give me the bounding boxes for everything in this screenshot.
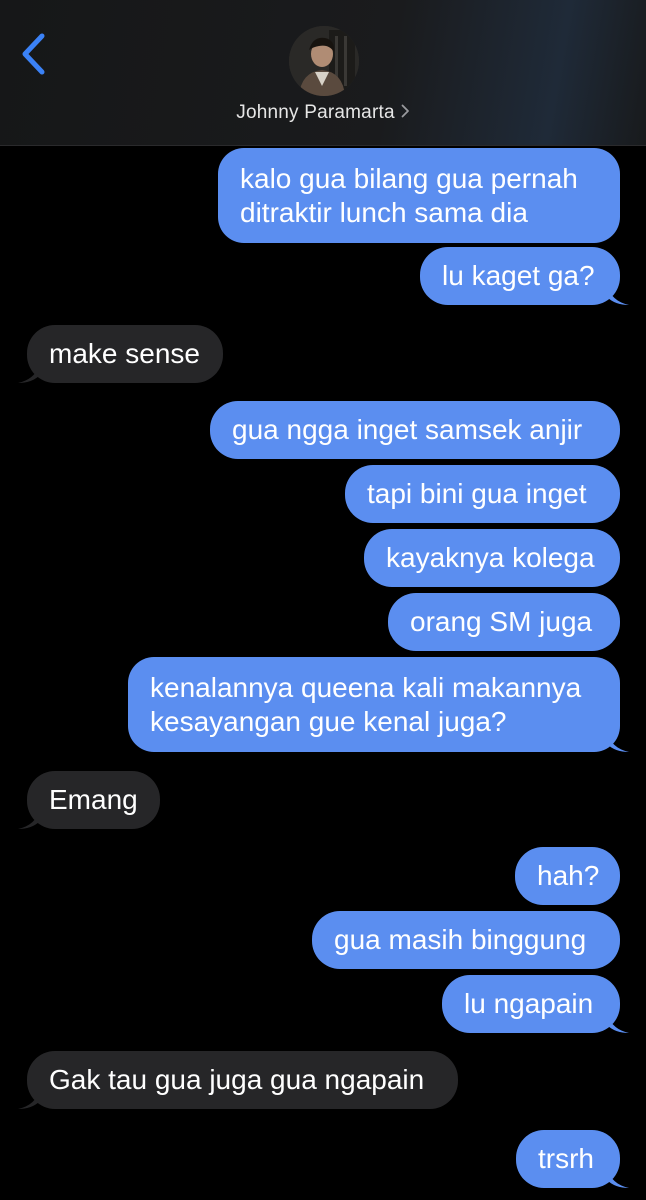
message-text: orang SM juga: [410, 606, 593, 637]
message-bubble-outgoing[interactable]: tapi bini gua inget: [345, 465, 620, 523]
bubble-tail-icon: [607, 1168, 629, 1188]
bubble-tail-icon: [18, 809, 40, 829]
message-text: lu kaget ga?: [442, 260, 595, 291]
bubble-tail-icon: [18, 1089, 40, 1109]
message-bubble-outgoing[interactable]: lu ngapain: [442, 975, 629, 1033]
bubble-tail-icon: [607, 1013, 629, 1033]
message-text: gua ngga inget samsek anjir: [232, 414, 583, 445]
bubble-tail-icon: [18, 363, 40, 383]
message-bubble-incoming[interactable]: Emang: [18, 771, 160, 829]
message-bubble-outgoing[interactable]: orang SM juga: [388, 593, 620, 651]
chevron-right-icon: [401, 102, 410, 124]
message-bubble-outgoing[interactable]: kenalannya queena kali makannya kesayang…: [128, 657, 629, 752]
contact-name: Johnny Paramarta: [236, 102, 395, 124]
message-bubble-outgoing[interactable]: kayaknya kolega: [364, 529, 620, 587]
message-text: kalo gua bilang gua pernah ditraktir lun…: [240, 162, 578, 228]
message-bubble-outgoing[interactable]: gua ngga inget samsek anjir: [210, 401, 620, 459]
bubble-tail-icon: [607, 732, 629, 752]
message-bubble-incoming[interactable]: make sense: [18, 325, 223, 383]
message-thread[interactable]: kalo gua bilang gua pernah ditraktir lun…: [0, 145, 646, 1200]
conversation-header: Johnny Paramarta: [0, 0, 646, 146]
message-bubble-outgoing[interactable]: hah?: [515, 847, 620, 905]
message-text: trsrh: [538, 1143, 594, 1174]
message-bubble-outgoing[interactable]: kalo gua bilang gua pernah ditraktir lun…: [218, 148, 620, 243]
message-text: make sense: [49, 338, 200, 369]
bubble-tail-icon: [607, 285, 629, 305]
chevron-left-icon: [22, 33, 45, 75]
message-bubble-incoming[interactable]: Gak tau gua juga gua ngapain: [18, 1051, 458, 1109]
message-text: Emang: [49, 784, 138, 815]
avatar-photo: [289, 26, 359, 96]
message-text: tapi bini gua inget: [367, 478, 587, 509]
avatar[interactable]: [289, 26, 359, 96]
message-bubble-outgoing[interactable]: lu kaget ga?: [420, 247, 629, 305]
contact-name-button[interactable]: Johnny Paramarta: [0, 102, 646, 124]
message-bubble-outgoing[interactable]: trsrh: [516, 1130, 629, 1188]
message-text: kenalannya queena kali makannya kesayang…: [150, 671, 582, 737]
message-text: kayaknya kolega: [386, 542, 595, 573]
message-text: hah?: [537, 860, 600, 891]
message-text: lu ngapain: [464, 988, 594, 1019]
message-text: Gak tau gua juga gua ngapain: [49, 1064, 425, 1095]
back-button[interactable]: [14, 30, 54, 78]
message-text: gua masih binggung: [334, 924, 587, 955]
message-bubble-outgoing[interactable]: gua masih binggung: [312, 911, 620, 969]
